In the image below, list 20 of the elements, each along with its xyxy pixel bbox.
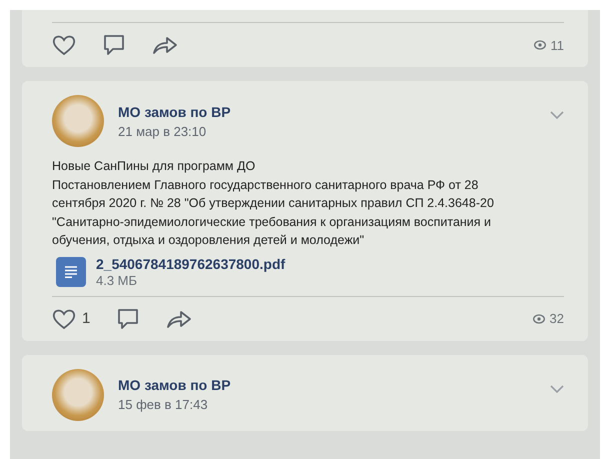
author-name[interactable]: МО замов по ВР (118, 377, 231, 393)
heart-icon[interactable] (52, 308, 76, 330)
view-count: 11 (550, 38, 564, 52)
like-count: 1 (82, 310, 90, 327)
document-icon[interactable] (56, 256, 86, 286)
heart-icon[interactable] (52, 34, 76, 56)
share-icon[interactable] (152, 35, 178, 55)
author-name[interactable]: МО замов по ВР (118, 104, 231, 120)
eye-icon (532, 314, 545, 324)
post-text: Новые СанПины для программ ДО (52, 158, 256, 175)
share-icon[interactable] (166, 308, 192, 328)
comment-icon[interactable] (116, 306, 140, 330)
post-text: Постановлением Главного государственного санитарного врача РФ от 28 сентября 2020 г. № 28 "Об утверждении санитарных правил СП 2.4.3648-20 "Санитарно-эпидемиологические требования к организациям воспитания и обучения, отдыха и оздоровления детей и молодежи" (52, 176, 495, 249)
view-count: 32 (550, 311, 564, 326)
eye-icon (534, 40, 546, 50)
post-date[interactable]: 15 фев в 17:43 (118, 397, 231, 412)
post-date[interactable]: 21 мар в 23:10 (118, 124, 231, 138)
file-name[interactable]: 2_5406784189762637800.pdf (96, 256, 286, 272)
comment-icon[interactable] (102, 33, 126, 57)
file-size: 4.3 МБ (96, 272, 138, 288)
